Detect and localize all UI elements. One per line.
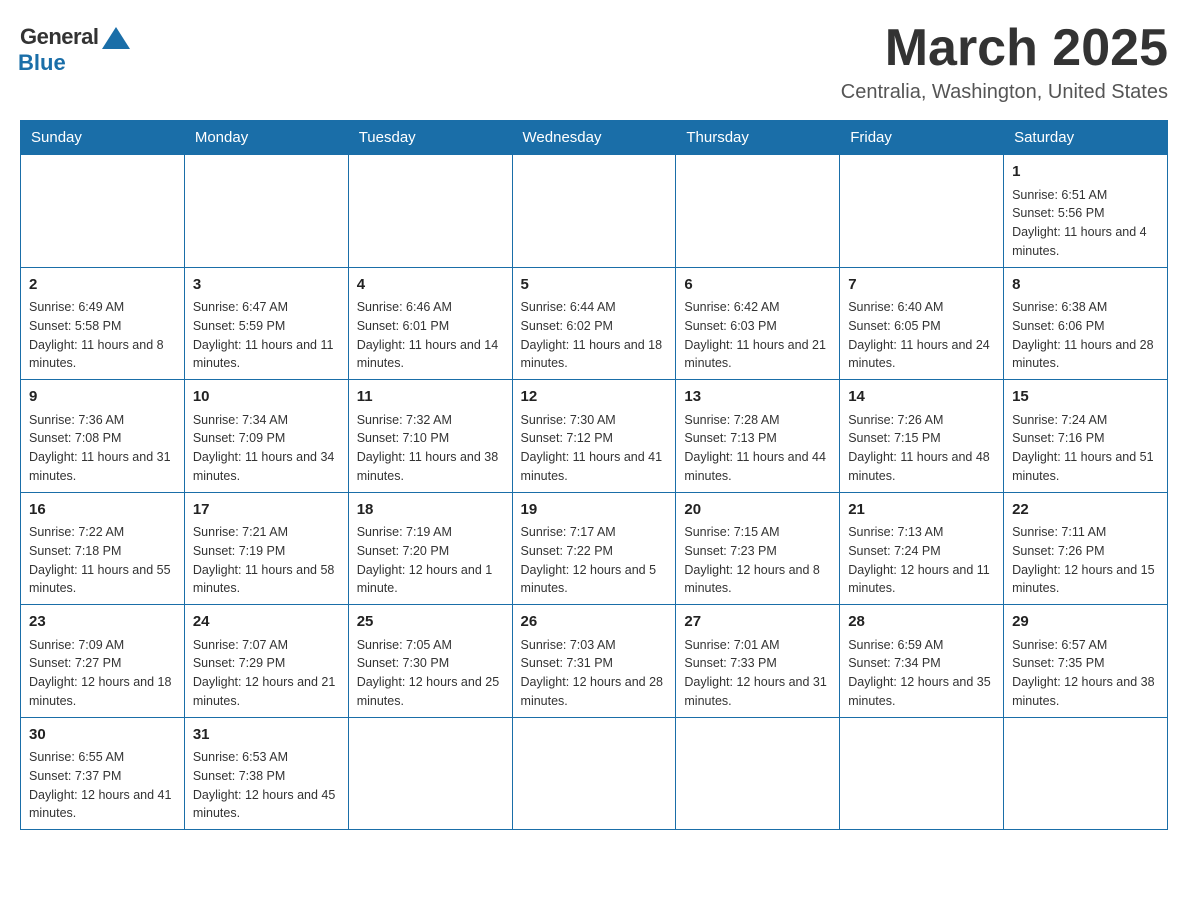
table-row: 10Sunrise: 7:34 AMSunset: 7:09 PMDayligh… (184, 380, 348, 493)
day-number: 17 (193, 499, 340, 522)
table-row: 29Sunrise: 6:57 AMSunset: 7:35 PMDayligh… (1004, 605, 1168, 718)
day-number: 30 (29, 724, 176, 747)
table-row (21, 155, 185, 268)
day-number: 27 (684, 611, 831, 634)
day-number: 5 (521, 274, 668, 297)
col-friday: Friday (840, 121, 1004, 155)
day-number: 6 (684, 274, 831, 297)
table-row: 24Sunrise: 7:07 AMSunset: 7:29 PMDayligh… (184, 605, 348, 718)
day-number: 10 (193, 386, 340, 409)
day-number: 19 (521, 499, 668, 522)
table-row: 1Sunrise: 6:51 AMSunset: 5:56 PMDaylight… (1004, 155, 1168, 268)
calendar-header-row: Sunday Monday Tuesday Wednesday Thursday… (21, 121, 1168, 155)
table-row: 16Sunrise: 7:22 AMSunset: 7:18 PMDayligh… (21, 492, 185, 605)
day-number: 18 (357, 499, 504, 522)
table-row: 20Sunrise: 7:15 AMSunset: 7:23 PMDayligh… (676, 492, 840, 605)
title-block: March 2025 Centralia, Washington, United… (841, 20, 1168, 104)
table-row: 22Sunrise: 7:11 AMSunset: 7:26 PMDayligh… (1004, 492, 1168, 605)
page: General Blue March 2025 Centralia, Washi… (20, 20, 1168, 830)
day-number: 4 (357, 274, 504, 297)
calendar-week-row: 1Sunrise: 6:51 AMSunset: 5:56 PMDaylight… (21, 155, 1168, 268)
table-row: 11Sunrise: 7:32 AMSunset: 7:10 PMDayligh… (348, 380, 512, 493)
day-number: 21 (848, 499, 995, 522)
day-number: 11 (357, 386, 504, 409)
table-row (1004, 717, 1168, 830)
table-row: 5Sunrise: 6:44 AMSunset: 6:02 PMDaylight… (512, 267, 676, 380)
table-row: 23Sunrise: 7:09 AMSunset: 7:27 PMDayligh… (21, 605, 185, 718)
table-row: 3Sunrise: 6:47 AMSunset: 5:59 PMDaylight… (184, 267, 348, 380)
calendar-week-row: 16Sunrise: 7:22 AMSunset: 7:18 PMDayligh… (21, 492, 1168, 605)
day-number: 23 (29, 611, 176, 634)
table-row: 9Sunrise: 7:36 AMSunset: 7:08 PMDaylight… (21, 380, 185, 493)
col-wednesday: Wednesday (512, 121, 676, 155)
day-number: 3 (193, 274, 340, 297)
table-row (348, 155, 512, 268)
day-number: 12 (521, 386, 668, 409)
day-number: 1 (1012, 161, 1159, 184)
logo-blue-text: Blue (18, 50, 66, 76)
day-number: 20 (684, 499, 831, 522)
table-row: 2Sunrise: 6:49 AMSunset: 5:58 PMDaylight… (21, 267, 185, 380)
table-row: 6Sunrise: 6:42 AMSunset: 6:03 PMDaylight… (676, 267, 840, 380)
col-tuesday: Tuesday (348, 121, 512, 155)
day-number: 24 (193, 611, 340, 634)
day-number: 2 (29, 274, 176, 297)
day-number: 29 (1012, 611, 1159, 634)
table-row (348, 717, 512, 830)
table-row: 25Sunrise: 7:05 AMSunset: 7:30 PMDayligh… (348, 605, 512, 718)
location: Centralia, Washington, United States (841, 81, 1168, 104)
table-row: 19Sunrise: 7:17 AMSunset: 7:22 PMDayligh… (512, 492, 676, 605)
table-row (184, 155, 348, 268)
table-row (676, 717, 840, 830)
logo: General Blue (20, 20, 130, 76)
table-row: 14Sunrise: 7:26 AMSunset: 7:15 PMDayligh… (840, 380, 1004, 493)
logo-triangle-icon (102, 27, 130, 49)
table-row: 26Sunrise: 7:03 AMSunset: 7:31 PMDayligh… (512, 605, 676, 718)
day-number: 31 (193, 724, 340, 747)
day-number: 9 (29, 386, 176, 409)
table-row: 12Sunrise: 7:30 AMSunset: 7:12 PMDayligh… (512, 380, 676, 493)
table-row (840, 155, 1004, 268)
col-sunday: Sunday (21, 121, 185, 155)
month-title: March 2025 (841, 20, 1168, 77)
table-row: 17Sunrise: 7:21 AMSunset: 7:19 PMDayligh… (184, 492, 348, 605)
day-number: 22 (1012, 499, 1159, 522)
table-row: 7Sunrise: 6:40 AMSunset: 6:05 PMDaylight… (840, 267, 1004, 380)
col-thursday: Thursday (676, 121, 840, 155)
day-number: 25 (357, 611, 504, 634)
day-number: 14 (848, 386, 995, 409)
table-row (512, 155, 676, 268)
table-row: 28Sunrise: 6:59 AMSunset: 7:34 PMDayligh… (840, 605, 1004, 718)
table-row: 27Sunrise: 7:01 AMSunset: 7:33 PMDayligh… (676, 605, 840, 718)
table-row: 31Sunrise: 6:53 AMSunset: 7:38 PMDayligh… (184, 717, 348, 830)
calendar-week-row: 30Sunrise: 6:55 AMSunset: 7:37 PMDayligh… (21, 717, 1168, 830)
table-row: 8Sunrise: 6:38 AMSunset: 6:06 PMDaylight… (1004, 267, 1168, 380)
table-row: 13Sunrise: 7:28 AMSunset: 7:13 PMDayligh… (676, 380, 840, 493)
table-row (512, 717, 676, 830)
day-number: 8 (1012, 274, 1159, 297)
table-row: 15Sunrise: 7:24 AMSunset: 7:16 PMDayligh… (1004, 380, 1168, 493)
header: General Blue March 2025 Centralia, Washi… (20, 20, 1168, 104)
calendar-week-row: 2Sunrise: 6:49 AMSunset: 5:58 PMDaylight… (21, 267, 1168, 380)
day-number: 15 (1012, 386, 1159, 409)
col-saturday: Saturday (1004, 121, 1168, 155)
day-number: 13 (684, 386, 831, 409)
day-number: 7 (848, 274, 995, 297)
day-number: 26 (521, 611, 668, 634)
calendar-table: Sunday Monday Tuesday Wednesday Thursday… (20, 120, 1168, 830)
table-row (676, 155, 840, 268)
day-number: 28 (848, 611, 995, 634)
day-number: 16 (29, 499, 176, 522)
calendar-week-row: 23Sunrise: 7:09 AMSunset: 7:27 PMDayligh… (21, 605, 1168, 718)
calendar-week-row: 9Sunrise: 7:36 AMSunset: 7:08 PMDaylight… (21, 380, 1168, 493)
table-row: 30Sunrise: 6:55 AMSunset: 7:37 PMDayligh… (21, 717, 185, 830)
table-row (840, 717, 1004, 830)
table-row: 4Sunrise: 6:46 AMSunset: 6:01 PMDaylight… (348, 267, 512, 380)
col-monday: Monday (184, 121, 348, 155)
logo-general-text: General (20, 24, 98, 50)
table-row: 21Sunrise: 7:13 AMSunset: 7:24 PMDayligh… (840, 492, 1004, 605)
table-row: 18Sunrise: 7:19 AMSunset: 7:20 PMDayligh… (348, 492, 512, 605)
